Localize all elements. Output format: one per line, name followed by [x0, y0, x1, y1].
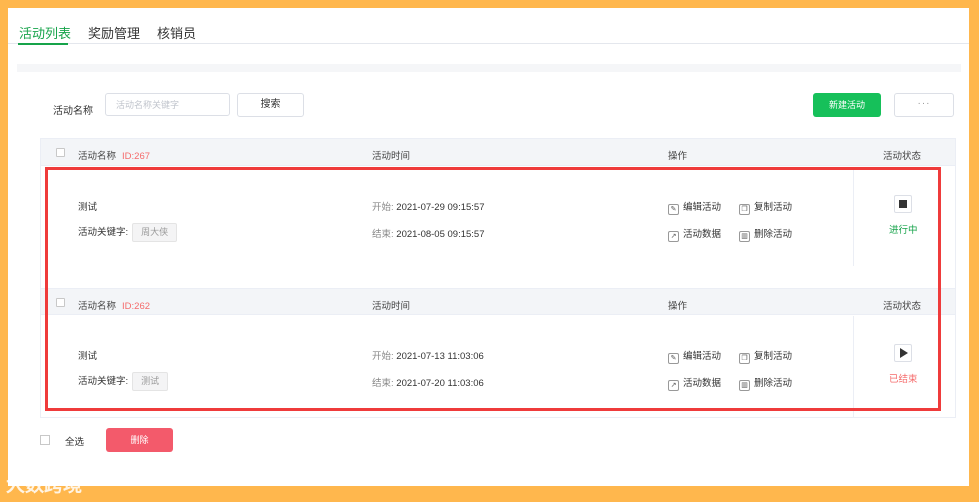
- play-button[interactable]: [894, 344, 912, 362]
- activity-keyword: 活动关键字: 周大侠: [78, 223, 178, 242]
- delete-activity-link[interactable]: ▥ 删除活动: [739, 375, 792, 391]
- table-row: 测试 活动关键字: 测试 开始: 2021-07-13 11:03:06 结束: …: [41, 316, 955, 417]
- activity-id: ID:267: [122, 151, 151, 162]
- activity-start: 开始: 2021-07-13 11:03:06: [372, 351, 484, 362]
- keyword-tag: 周大侠: [132, 223, 178, 242]
- chart-icon: ↗: [668, 231, 679, 242]
- delete-button[interactable]: 删除: [106, 428, 173, 452]
- copy-icon: ❐: [739, 353, 750, 364]
- activity-data-link[interactable]: ↗ 活动数据: [668, 226, 721, 242]
- play-icon: [900, 348, 908, 358]
- column-header-name: 活动名称 ID:267: [78, 151, 151, 162]
- copy-icon: ❐: [739, 204, 750, 215]
- trash-icon: ▥: [739, 380, 750, 391]
- table-header: 活动名称 ID:262 活动时间 操作 活动状态: [41, 288, 955, 315]
- activity-keyword: 活动关键字: 测试: [78, 372, 169, 391]
- edit-icon: ✎: [668, 204, 679, 215]
- tab-reward-management[interactable]: 奖励管理: [88, 23, 140, 42]
- more-button[interactable]: ···: [894, 93, 954, 117]
- column-header-status: 活动状态: [883, 151, 922, 162]
- search-label: 活动名称: [53, 106, 93, 117]
- column-header-time: 活动时间: [372, 151, 411, 162]
- activity-end: 结束: 2021-08-05 09:15:57: [372, 229, 485, 240]
- column-header-status: 活动状态: [883, 301, 922, 312]
- select-all-checkbox[interactable]: [40, 435, 50, 445]
- column-header-time: 活动时间: [372, 301, 411, 312]
- search-input[interactable]: [105, 93, 230, 116]
- column-header-ops: 操作: [668, 301, 688, 312]
- tab-verifier[interactable]: 核销员: [157, 23, 196, 42]
- status-divider: [853, 167, 854, 266]
- table-row: 测试 活动关键字: 周大侠 开始: 2021-07-29 09:15:57 结束:…: [41, 167, 955, 266]
- row-checkbox[interactable]: [56, 148, 65, 157]
- column-header-name: 活动名称 ID:262: [78, 301, 151, 312]
- row-checkbox[interactable]: [56, 298, 65, 307]
- trash-icon: ▥: [739, 231, 750, 242]
- watermark-logo: 大数跨境: [6, 474, 83, 496]
- stop-button[interactable]: [894, 195, 912, 213]
- column-header-ops: 操作: [668, 151, 688, 162]
- activity-data-link[interactable]: ↗ 活动数据: [668, 375, 721, 391]
- chart-icon: ↗: [668, 380, 679, 391]
- main-content: 活动名称 搜索 新建活动 ··· 活动名称ID:267 活动时间 操作 活动状态…: [17, 64, 961, 479]
- activity-start: 开始: 2021-07-29 09:15:57: [372, 202, 485, 213]
- app-frame: 活动列表 奖励管理 核销员 活动名称 搜索 新建活动 ··· 活动名称ID:26…: [8, 8, 969, 486]
- delete-activity-link[interactable]: ▥ 删除活动: [739, 226, 792, 242]
- edit-activity-link[interactable]: ✎ 编辑活动: [668, 348, 721, 364]
- select-all-label: 全选: [65, 437, 85, 448]
- activity-table: 活动名称 ID:267 活动时间 操作 活动状态 测试 活动关键字: 周大侠 开始:…: [40, 138, 956, 418]
- search-button[interactable]: 搜索: [237, 93, 304, 117]
- activity-name: 测试: [78, 351, 98, 362]
- copy-activity-link[interactable]: ❐ 复制活动: [739, 199, 792, 215]
- active-tab-indicator: [18, 43, 68, 45]
- stop-icon: [899, 200, 907, 208]
- status-badge: 已结束: [889, 374, 918, 385]
- status-badge: 进行中: [889, 225, 918, 236]
- activity-name: 测试: [78, 202, 98, 213]
- edit-activity-link[interactable]: ✎ 编辑活动: [668, 199, 721, 215]
- copy-activity-link[interactable]: ❐ 复制活动: [739, 348, 792, 364]
- activity-id: ID:262: [122, 301, 151, 312]
- edit-icon: ✎: [668, 353, 679, 364]
- status-divider: [853, 316, 854, 417]
- tab-activity-list[interactable]: 活动列表: [19, 23, 71, 42]
- tab-bar: 活动列表 奖励管理 核销员: [8, 8, 969, 45]
- activity-end: 结束: 2021-07-20 11:03:06: [372, 378, 484, 389]
- table-header: 活动名称 ID:267 活动时间 操作 活动状态: [41, 139, 955, 166]
- keyword-tag: 测试: [132, 372, 169, 391]
- new-activity-button[interactable]: 新建活动: [813, 93, 881, 117]
